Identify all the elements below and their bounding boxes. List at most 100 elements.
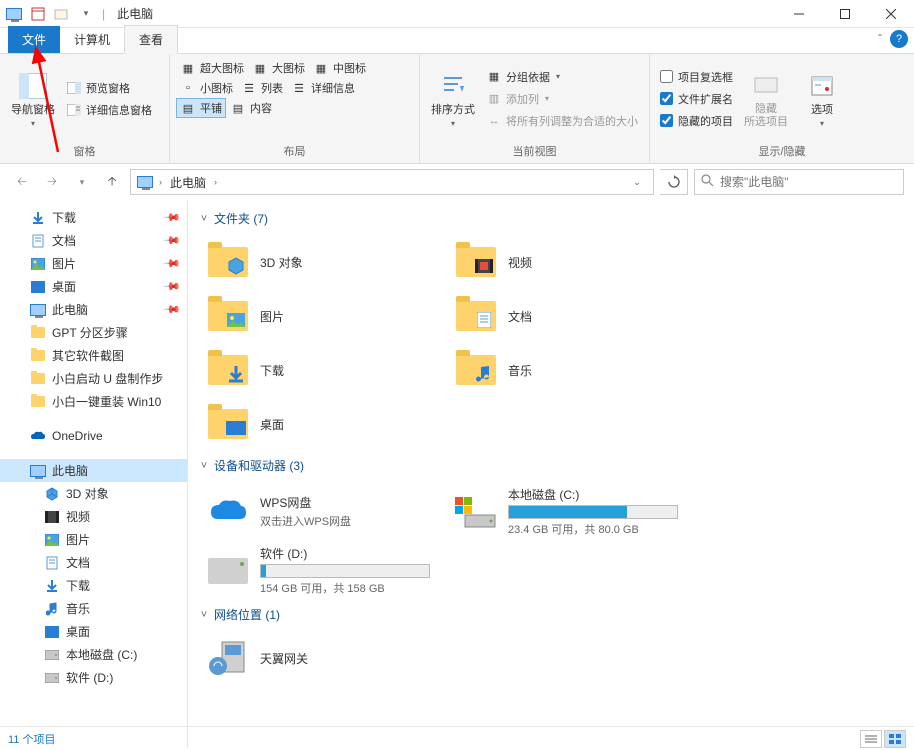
details-pane-button[interactable]: 详细信息窗格 [62,100,156,120]
check-itemboxes[interactable]: 项目复选框 [656,67,737,87]
back-button[interactable]: 🡠 [10,170,34,194]
search-box[interactable] [694,169,904,195]
check-ext[interactable]: 文件扩展名 [656,89,737,109]
group-drives[interactable]: 设备和驱动器 (3) [198,451,904,482]
address-chev2[interactable]: › [214,177,217,187]
check-hidden[interactable]: 隐藏的项目 [656,111,737,131]
tile-sub: 23.4 GB 可用，共 80.0 GB [508,521,686,537]
minimize-button[interactable] [776,0,822,28]
layout-group-label: 布局 [170,143,419,163]
nav-pane-button[interactable]: 导航窗格 ▾ [6,58,60,139]
sortby-button[interactable]: 排序方式 ▾ [426,58,480,139]
sidebar-pc-3[interactable]: 文档 [0,551,187,574]
tile-name: 下载 [260,362,438,379]
hide-icon [750,69,782,101]
layout-xl[interactable]: ▦超大图标 [176,58,248,78]
folder-tile-3[interactable]: 文档 [446,289,694,343]
drive-icon [44,647,60,663]
sidebar-pc-4[interactable]: 下载 [0,574,187,597]
addcol-icon: ▥ [486,91,502,107]
help-icon[interactable]: ? [890,30,908,48]
sidebar-pc-2[interactable]: 图片 [0,528,187,551]
address-bar[interactable]: › 此电脑 › ⌄ [130,169,654,195]
tile-name: 3D 对象 [260,254,438,271]
sidebar-quick-0[interactable]: 下载 📌 [0,206,187,229]
tab-computer[interactable]: 计算机 [60,26,124,53]
options-button[interactable]: 选项 ▾ [795,58,849,139]
addcol-button[interactable]: ▥添加列▾ [482,89,642,109]
sidebar-pc-5[interactable]: 音乐 [0,597,187,620]
layout-tiles[interactable]: ▤平铺 [176,98,226,118]
drive-icon [44,670,60,686]
folder-tile-0[interactable]: 3D 对象 [198,235,446,289]
drive-tile-0[interactable]: WPS网盘 双击进入WPS网盘 [198,482,446,541]
layout-l[interactable]: ▦大图标 [248,58,309,78]
tab-view[interactable]: 查看 [124,25,178,54]
sidebar-pc-6[interactable]: 桌面 [0,620,187,643]
sidebar-thispc[interactable]: 此电脑 [0,459,187,482]
titlebar: ▾ | 此电脑 [0,0,914,28]
layout-content[interactable]: ▤内容 [226,98,276,118]
view-details-button[interactable] [860,730,882,748]
group-folders[interactable]: 文件夹 (7) [198,204,904,235]
folder-tile-4[interactable]: 下载 [198,343,446,397]
address-dropdown[interactable]: ⌄ [625,170,649,194]
sidebar-quick-7[interactable]: 小白启动 U 盘制作步 [0,367,187,390]
folder-tile-2[interactable]: 图片 [198,289,446,343]
tab-file[interactable]: 文件 [8,26,60,53]
hide-selected-button[interactable]: 隐藏 所选项目 [739,58,793,139]
panes-group-label: 窗格 [0,143,169,163]
qat-dropdown-icon[interactable]: ▾ [76,4,96,24]
sidebar-quick-6[interactable]: 其它软件截图 [0,344,187,367]
groupby-button[interactable]: ▦分组依据▾ [482,67,642,87]
forward-button[interactable]: 🡢 [40,170,64,194]
sidebar-quick-5[interactable]: GPT 分区步骤 [0,321,187,344]
up-button[interactable]: 🡡 [100,170,124,194]
layout-list[interactable]: ☰列表 [237,78,287,98]
search-icon [701,174,714,190]
net-tile-0[interactable]: 天翼网关 [198,631,446,685]
folder-tile-5[interactable]: 音乐 [446,343,694,397]
desktop-icon [30,279,46,295]
sidebar-pc-8[interactable]: 软件 (D:) [0,666,187,689]
close-button[interactable] [868,0,914,28]
sidebar-onedrive[interactable]: OneDrive [0,425,187,447]
folder-tile-6[interactable]: 桌面 [198,397,446,451]
qat-newfolder-icon[interactable] [52,4,72,24]
preview-pane-button[interactable]: 预览窗格 [62,78,156,98]
fitcols-button[interactable]: ↔将所有列调整为合适的大小 [482,111,642,131]
layout-s[interactable]: ▫小图标 [176,78,237,98]
sidebar-quick-4[interactable]: 此电脑 📌 [0,298,187,321]
sidebar-item-label: 本地磁盘 (C:) [66,646,137,663]
address-chev[interactable]: › [159,177,162,187]
sidebar-pc-7[interactable]: 本地磁盘 (C:) [0,643,187,666]
sidebar-quick-2[interactable]: 图片 📌 [0,252,187,275]
sidebar-pc-1[interactable]: 视频 [0,505,187,528]
folder-tile-1[interactable]: 视频 [446,235,694,289]
layout-m[interactable]: ▦中图标 [309,58,370,78]
groupby-icon: ▦ [486,69,502,85]
refresh-button[interactable] [660,169,688,195]
sidebar-quick-1[interactable]: 文档 📌 [0,229,187,252]
layout-details[interactable]: ☰详细信息 [287,78,359,98]
details-pane-icon [66,102,82,118]
drive-tile-2[interactable]: 软件 (D:) 154 GB 可用，共 158 GB [198,541,446,600]
sidebar-quick-8[interactable]: 小白一键重装 Win10 [0,390,187,413]
sidebar-quick-3[interactable]: 桌面 📌 [0,275,187,298]
view-tiles-button[interactable] [884,730,906,748]
curview-group-label: 当前视图 [420,143,649,163]
ribbon-collapse-icon[interactable]: ˆ [878,32,882,46]
maximize-button[interactable] [822,0,868,28]
drive-tile-1[interactable]: 本地磁盘 (C:) 23.4 GB 可用，共 80.0 GB [446,482,694,541]
group-network[interactable]: 网络位置 (1) [198,600,904,631]
sidebar-pc-0[interactable]: 3D 对象 [0,482,187,505]
qat-properties-icon[interactable] [28,4,48,24]
sidebar-item-label: 桌面 [52,278,76,295]
recent-dropdown[interactable]: ▾ [70,170,94,194]
pic-icon [206,294,250,338]
address-seg-root[interactable]: 此电脑 [166,172,210,193]
sidebar-item-label: 桌面 [66,623,90,640]
pin-icon: 📌 [163,208,182,227]
search-input[interactable] [720,175,897,189]
folder-icon [30,371,46,387]
